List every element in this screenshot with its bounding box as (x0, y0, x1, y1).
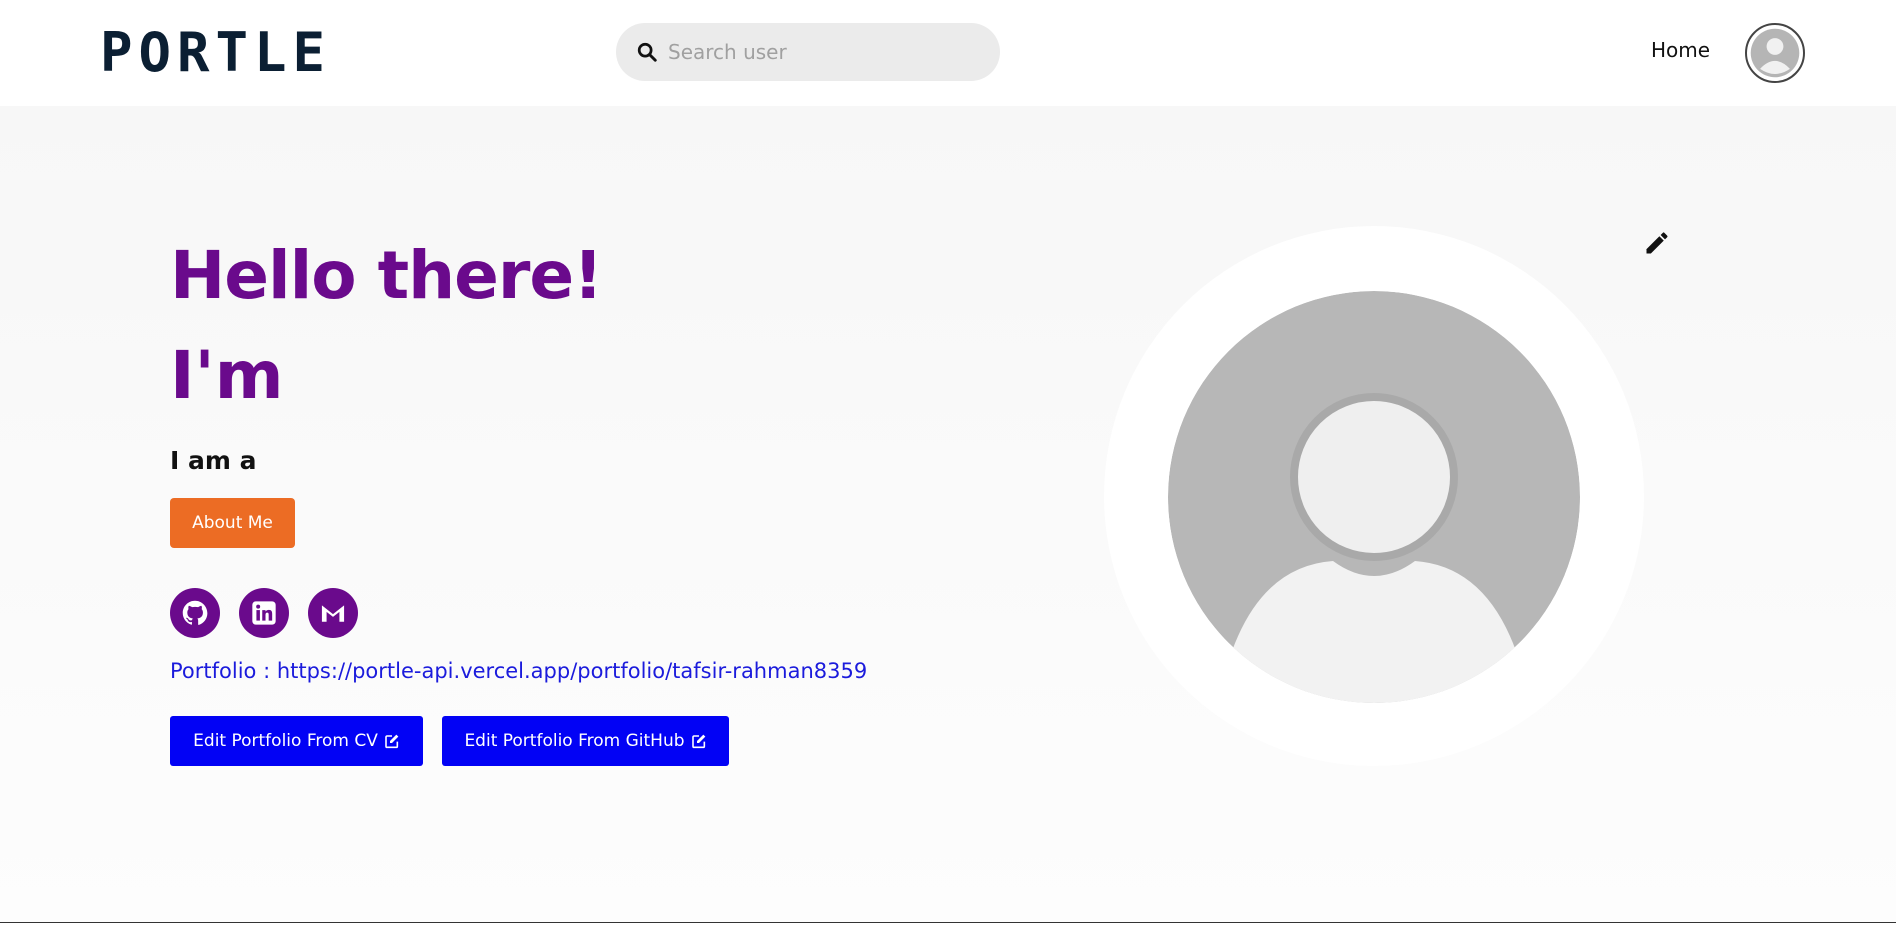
linkedin-link[interactable] (239, 588, 289, 638)
edit-cv-label: Edit Portfolio From CV (193, 731, 378, 751)
social-links (170, 588, 358, 638)
portfolio-link-row: Portfolio : https://portle-api.vercel.ap… (170, 659, 867, 683)
greeting-heading: Hello there! (170, 237, 603, 314)
search-icon (637, 42, 657, 62)
page-bottom-border (0, 922, 1896, 928)
nav-home-link[interactable]: Home (1651, 38, 1710, 62)
name-heading: I'm (170, 337, 284, 414)
github-icon (182, 600, 208, 625)
edit-icon (385, 734, 399, 749)
linkedin-icon (252, 601, 276, 625)
gmail-icon (321, 605, 345, 622)
profile-placeholder-icon (1168, 291, 1580, 703)
search-bar[interactable] (616, 23, 1000, 81)
portfolio-url-link[interactable]: https://portle-api.vercel.app/portfolio/… (277, 659, 867, 683)
profile-photo (1168, 291, 1580, 703)
search-input[interactable] (668, 40, 968, 64)
user-avatar-icon (1750, 28, 1800, 78)
edit-icon (691, 734, 705, 749)
about-me-button[interactable]: About Me (170, 498, 295, 548)
edit-portfolio-cv-button[interactable]: Edit Portfolio From CV (170, 716, 423, 766)
github-link[interactable] (170, 588, 220, 638)
edit-portfolio-github-button[interactable]: Edit Portfolio From GitHub (442, 716, 729, 766)
role-text: I am a (170, 446, 257, 475)
gmail-link[interactable] (308, 588, 358, 638)
edit-github-label: Edit Portfolio From GitHub (464, 731, 685, 751)
edit-photo-pencil-icon[interactable] (1643, 229, 1671, 257)
portfolio-label: Portfolio : (170, 659, 271, 683)
logo[interactable]: PORTLE (100, 26, 331, 80)
user-avatar-button[interactable] (1745, 23, 1805, 83)
navbar: PORTLE Home (0, 0, 1896, 106)
